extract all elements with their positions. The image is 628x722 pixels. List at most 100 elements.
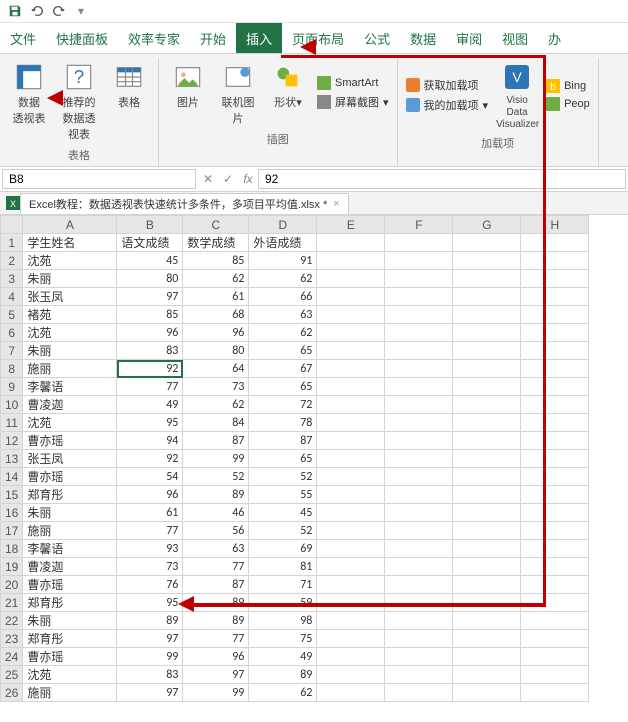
row-header-25[interactable]: 25 [1,666,23,684]
cell-A7[interactable]: 朱丽 [23,342,117,360]
cell-F17[interactable] [385,522,453,540]
cell-A17[interactable]: 施丽 [23,522,117,540]
cell-D2[interactable]: 91 [249,252,317,270]
row-header-10[interactable]: 10 [1,396,23,414]
cell-G12[interactable] [453,432,521,450]
cell-H18[interactable] [521,540,589,558]
cell-B25[interactable]: 83 [117,666,183,684]
cell-H4[interactable] [521,288,589,306]
cell-D15[interactable]: 55 [249,486,317,504]
row-header-23[interactable]: 23 [1,630,23,648]
cell-H16[interactable] [521,504,589,522]
cell-G1[interactable] [453,234,521,252]
cell-D5[interactable]: 63 [249,306,317,324]
col-header-G[interactable]: G [453,216,521,234]
cell-B9[interactable]: 77 [117,378,183,396]
cell-E9[interactable] [317,378,385,396]
cell-C4[interactable]: 61 [183,288,249,306]
cell-E5[interactable] [317,306,385,324]
tab-视图[interactable]: 视图 [492,23,538,53]
row-header-6[interactable]: 6 [1,324,23,342]
cell-F5[interactable] [385,306,453,324]
cell-A4[interactable]: 张玉凤 [23,288,117,306]
cell-B23[interactable]: 97 [117,630,183,648]
cell-H26[interactable] [521,684,589,702]
cell-F21[interactable] [385,594,453,612]
cell-A5[interactable]: 褚苑 [23,306,117,324]
cell-A2[interactable]: 沈苑 [23,252,117,270]
cell-C22[interactable]: 89 [183,612,249,630]
cell-A26[interactable]: 施丽 [23,684,117,702]
cell-H3[interactable] [521,270,589,288]
screenshot-button[interactable]: 屏幕截图 ▾ [315,93,391,111]
recommended-pivot-button[interactable]: ?推荐的 数据透视表 [56,58,102,144]
row-header-22[interactable]: 22 [1,612,23,630]
cell-A25[interactable]: 沈苑 [23,666,117,684]
cell-A21[interactable]: 郑育彤 [23,594,117,612]
cell-H5[interactable] [521,306,589,324]
cell-F7[interactable] [385,342,453,360]
cell-G13[interactable] [453,450,521,468]
cell-G20[interactable] [453,576,521,594]
cell-H22[interactable] [521,612,589,630]
cell-D19[interactable]: 81 [249,558,317,576]
row-header-15[interactable]: 15 [1,486,23,504]
cell-F22[interactable] [385,612,453,630]
cell-A24[interactable]: 曹亦瑶 [23,648,117,666]
cell-E1[interactable] [317,234,385,252]
cell-A19[interactable]: 曹凌迦 [23,558,117,576]
cell-D3[interactable]: 62 [249,270,317,288]
cell-E7[interactable] [317,342,385,360]
cell-G14[interactable] [453,468,521,486]
cell-F18[interactable] [385,540,453,558]
cell-C14[interactable]: 52 [183,468,249,486]
cell-B22[interactable]: 89 [117,612,183,630]
cell-F8[interactable] [385,360,453,378]
row-header-9[interactable]: 9 [1,378,23,396]
cell-E10[interactable] [317,396,385,414]
cell-E25[interactable] [317,666,385,684]
cell-A20[interactable]: 曹亦瑶 [23,576,117,594]
cell-A22[interactable]: 朱丽 [23,612,117,630]
cell-D18[interactable]: 69 [249,540,317,558]
cell-C2[interactable]: 85 [183,252,249,270]
cell-E8[interactable] [317,360,385,378]
row-header-21[interactable]: 21 [1,594,23,612]
cell-E17[interactable] [317,522,385,540]
row-header-16[interactable]: 16 [1,504,23,522]
cell-H19[interactable] [521,558,589,576]
tab-开始[interactable]: 开始 [190,23,236,53]
cell-D16[interactable]: 45 [249,504,317,522]
col-header-B[interactable]: B [117,216,183,234]
cell-H12[interactable] [521,432,589,450]
row-header-1[interactable]: 1 [1,234,23,252]
cell-E11[interactable] [317,414,385,432]
visio-button[interactable]: VVisio Data Visualizer [494,58,540,132]
cell-G5[interactable] [453,306,521,324]
cell-F2[interactable] [385,252,453,270]
cell-H23[interactable] [521,630,589,648]
pictures-button[interactable]: 图片 [165,58,211,128]
name-box[interactable] [2,169,196,189]
cell-B20[interactable]: 76 [117,576,183,594]
cell-C11[interactable]: 84 [183,414,249,432]
enter-icon[interactable]: ✓ [218,172,238,186]
cell-B4[interactable]: 97 [117,288,183,306]
cell-F25[interactable] [385,666,453,684]
cell-E23[interactable] [317,630,385,648]
cell-H9[interactable] [521,378,589,396]
cell-G25[interactable] [453,666,521,684]
cell-C7[interactable]: 80 [183,342,249,360]
cell-F20[interactable] [385,576,453,594]
cell-H1[interactable] [521,234,589,252]
cell-G3[interactable] [453,270,521,288]
cell-D7[interactable]: 65 [249,342,317,360]
cell-G21[interactable] [453,594,521,612]
cell-D10[interactable]: 72 [249,396,317,414]
row-header-13[interactable]: 13 [1,450,23,468]
cell-B1[interactable]: 语文成绩 [117,234,183,252]
cell-G26[interactable] [453,684,521,702]
cell-G6[interactable] [453,324,521,342]
cell-F19[interactable] [385,558,453,576]
cell-D12[interactable]: 87 [249,432,317,450]
